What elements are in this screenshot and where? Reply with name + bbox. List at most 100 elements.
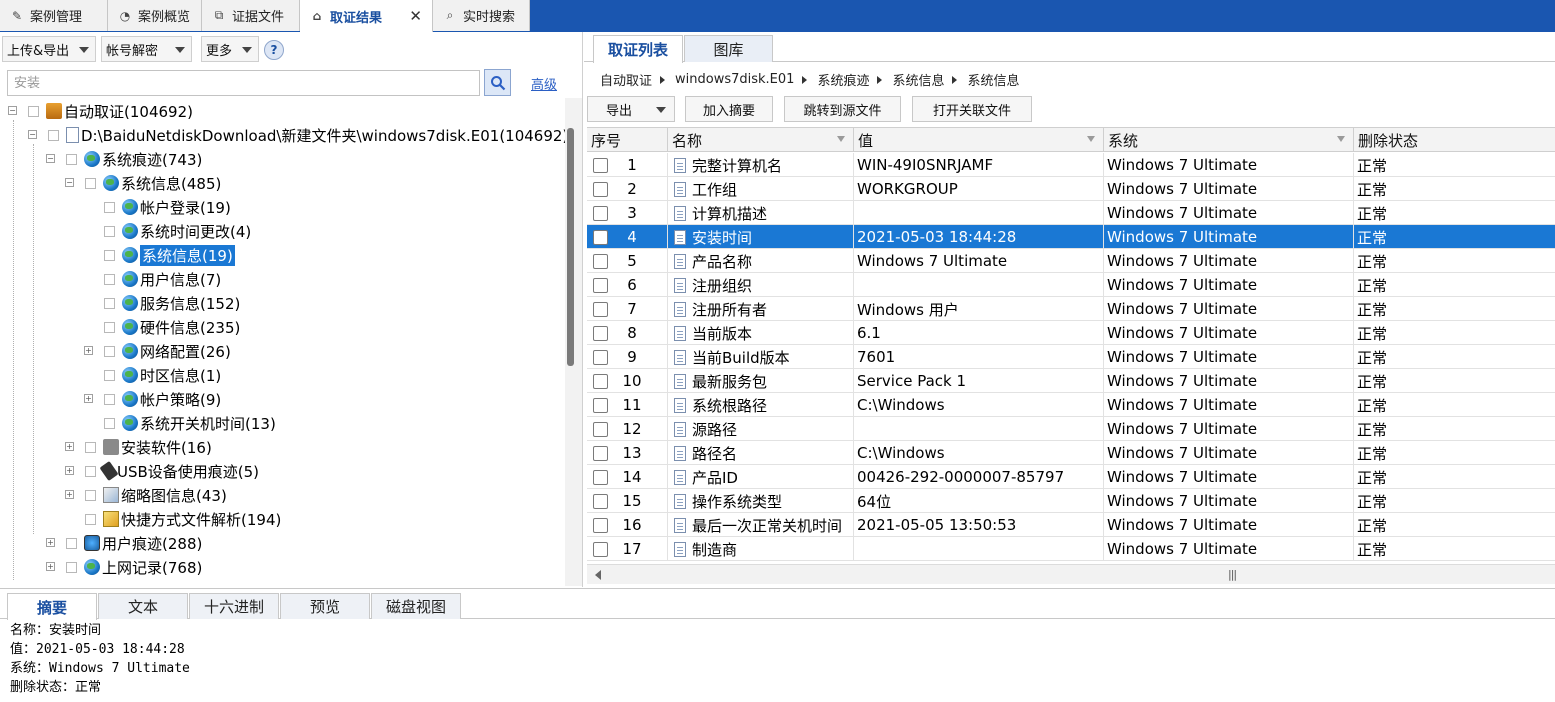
tree-scrollbar[interactable] — [565, 98, 582, 586]
table-row[interactable]: 7 注册所有者 Windows 用户 Windows 7 Ultimate 正常 — [587, 297, 1555, 321]
tree-checkbox[interactable] — [28, 105, 39, 117]
tab-evidence-files[interactable]: ⧉ 证据文件 — [202, 0, 300, 31]
tree-checkbox[interactable] — [66, 153, 77, 165]
row-checkbox[interactable] — [593, 325, 608, 341]
tree-node-shortcut-files[interactable]: 快捷方式文件解析(194) — [85, 508, 281, 530]
tree-node-account-login[interactable]: 帐户登录(19) — [104, 196, 231, 218]
table-row[interactable]: 11 系统根路径 C:\Windows Windows 7 Ultimate 正常 — [587, 393, 1555, 417]
close-icon[interactable]: ✕ — [409, 7, 422, 25]
tree-node-evidence-disk[interactable]: − D:\BaiduNetdiskDownload\新建文件夹\windows7… — [28, 124, 565, 146]
row-checkbox[interactable] — [593, 373, 608, 389]
tree-checkbox[interactable] — [66, 537, 77, 549]
horizontal-scrollbar[interactable]: ||| — [587, 564, 1555, 584]
row-checkbox[interactable] — [593, 157, 608, 173]
scroll-left-icon[interactable] — [595, 570, 601, 580]
expand-toggle[interactable]: + — [46, 562, 55, 571]
tree-checkbox[interactable] — [104, 345, 115, 357]
expand-toggle[interactable]: + — [84, 394, 93, 403]
tab-summary[interactable]: 摘要 — [7, 593, 97, 620]
expand-toggle[interactable]: + — [65, 442, 74, 451]
table-row[interactable]: 2 工作组 WORKGROUP Windows 7 Ultimate 正常 — [587, 177, 1555, 201]
scrollbar-thumb[interactable] — [567, 128, 574, 366]
tree-node-power-time[interactable]: 系统开关机时间(13) — [104, 412, 276, 434]
breadcrumb-item[interactable]: 系统信息 — [967, 70, 1019, 89]
tree-checkbox[interactable] — [66, 561, 77, 573]
tree-node-usb-traces[interactable]: + USB设备使用痕迹(5) — [65, 460, 259, 482]
tree-node-auto-forensics[interactable]: − 自动取证(104692) — [8, 100, 193, 122]
row-checkbox[interactable] — [593, 469, 608, 485]
tree-checkbox[interactable] — [85, 489, 96, 501]
tree-node-network-config[interactable]: + 网络配置(26) — [84, 340, 231, 362]
table-row[interactable]: 10 最新服务包 Service Pack 1 Windows 7 Ultimate 正… — [587, 369, 1555, 393]
tree-checkbox[interactable] — [104, 225, 115, 237]
tree-node-browsing-history[interactable]: + 上网记录(768) — [46, 556, 202, 578]
tree-checkbox[interactable] — [104, 249, 115, 261]
tree-checkbox[interactable] — [104, 393, 115, 405]
tree-checkbox[interactable] — [85, 177, 96, 189]
row-checkbox[interactable] — [593, 205, 608, 221]
tree-checkbox[interactable] — [85, 441, 96, 453]
tree-node-installed-software[interactable]: + 安装软件(16) — [65, 436, 212, 458]
more-dropdown[interactable]: 更多 — [201, 36, 259, 62]
tab-realtime-search[interactable]: ⌕ 实时搜索 — [433, 0, 530, 31]
expand-toggle[interactable]: + — [65, 466, 74, 475]
tree-node-timezone[interactable]: 时区信息(1) — [104, 364, 221, 386]
account-decrypt-dropdown[interactable]: 帐号解密 — [101, 36, 192, 62]
expand-toggle[interactable]: + — [84, 346, 93, 355]
tab-gallery[interactable]: 图库 — [684, 35, 773, 62]
search-button[interactable] — [484, 69, 511, 96]
column-header[interactable]: 名称 — [668, 128, 854, 152]
help-button[interactable]: ? — [264, 40, 284, 60]
collapse-toggle[interactable]: − — [65, 178, 74, 187]
tree-checkbox[interactable] — [104, 369, 115, 381]
collapse-toggle[interactable]: − — [28, 130, 37, 139]
tab-preview[interactable]: 预览 — [280, 593, 370, 619]
tree-checkbox[interactable] — [104, 273, 115, 285]
row-checkbox[interactable] — [593, 301, 608, 317]
goto-source-button[interactable]: 跳转到源文件 — [784, 96, 901, 122]
table-row[interactable]: 5 产品名称 Windows 7 Ultimate Windows 7 Ultimat… — [587, 249, 1555, 273]
table-row[interactable]: 16 最后一次正常关机时间 2021-05-05 13:50:53 Windows 7… — [587, 513, 1555, 537]
table-row[interactable]: 13 路径名 C:\Windows Windows 7 Ultimate 正常 — [587, 441, 1555, 465]
breadcrumb-item[interactable]: 系统痕迹 — [817, 70, 869, 89]
filter-icon[interactable] — [1087, 136, 1095, 142]
tree-checkbox[interactable] — [85, 465, 96, 477]
tree-checkbox[interactable] — [104, 417, 115, 429]
breadcrumb-item[interactable]: 自动取证 — [600, 70, 652, 89]
tab-disk-view[interactable]: 磁盘视图 — [371, 593, 461, 619]
column-header[interactable]: 序号 — [587, 128, 668, 152]
tree-node-user-traces[interactable]: + 用户痕迹(288) — [46, 532, 202, 554]
tree-node-account-policy[interactable]: + 帐户策略(9) — [84, 388, 221, 410]
table-row[interactable]: 15 操作系统类型 64位 Windows 7 Ultimate 正常 — [587, 489, 1555, 513]
collapse-toggle[interactable]: − — [46, 154, 55, 163]
filter-icon[interactable] — [837, 136, 845, 142]
table-row[interactable]: 12 源路径 Windows 7 Ultimate 正常 — [587, 417, 1555, 441]
row-checkbox[interactable] — [593, 349, 608, 365]
row-checkbox[interactable] — [593, 541, 608, 557]
row-checkbox[interactable] — [593, 181, 608, 197]
table-row[interactable]: 6 注册组织 Windows 7 Ultimate 正常 — [587, 273, 1555, 297]
tree-checkbox[interactable] — [104, 201, 115, 213]
tree-checkbox[interactable] — [85, 513, 96, 525]
column-header[interactable]: 删除状态 — [1354, 128, 1555, 152]
column-header[interactable]: 系统 — [1104, 128, 1354, 152]
table-row[interactable]: 17 制造商 Windows 7 Ultimate 正常 — [587, 537, 1555, 561]
tab-case-overview[interactable]: ◔ 案例概览 — [108, 0, 202, 31]
table-row[interactable]: 14 产品ID 00426-292-0000007-85797 Windows 7 U… — [587, 465, 1555, 489]
row-checkbox[interactable] — [593, 421, 608, 437]
upload-export-dropdown[interactable]: 上传&导出 — [2, 36, 96, 62]
open-related-button[interactable]: 打开关联文件 — [912, 96, 1032, 122]
row-checkbox[interactable] — [593, 493, 608, 509]
breadcrumb-item[interactable]: 系统信息 — [892, 70, 944, 89]
tree-checkbox[interactable] — [48, 129, 59, 141]
row-checkbox[interactable] — [593, 445, 608, 461]
expand-toggle[interactable]: + — [65, 490, 74, 499]
scrollbar-grip-icon[interactable]: ||| — [1228, 568, 1237, 581]
tab-forensic-results[interactable]: ⌂ 取证结果 ✕ — [300, 0, 433, 32]
tree-node-system-traces[interactable]: − 系统痕迹(743) — [46, 148, 202, 170]
row-checkbox[interactable] — [593, 253, 608, 269]
breadcrumb-item[interactable]: windows7disk.E01 — [675, 72, 794, 87]
table-row[interactable]: 4 安装时间 2021-05-03 18:44:28 Windows 7 Ultima… — [587, 225, 1555, 249]
table-row[interactable]: 3 计算机描述 Windows 7 Ultimate 正常 — [587, 201, 1555, 225]
table-row[interactable]: 1 完整计算机名 WIN-49I0SNRJAMF Windows 7 Ultimate… — [587, 153, 1555, 177]
